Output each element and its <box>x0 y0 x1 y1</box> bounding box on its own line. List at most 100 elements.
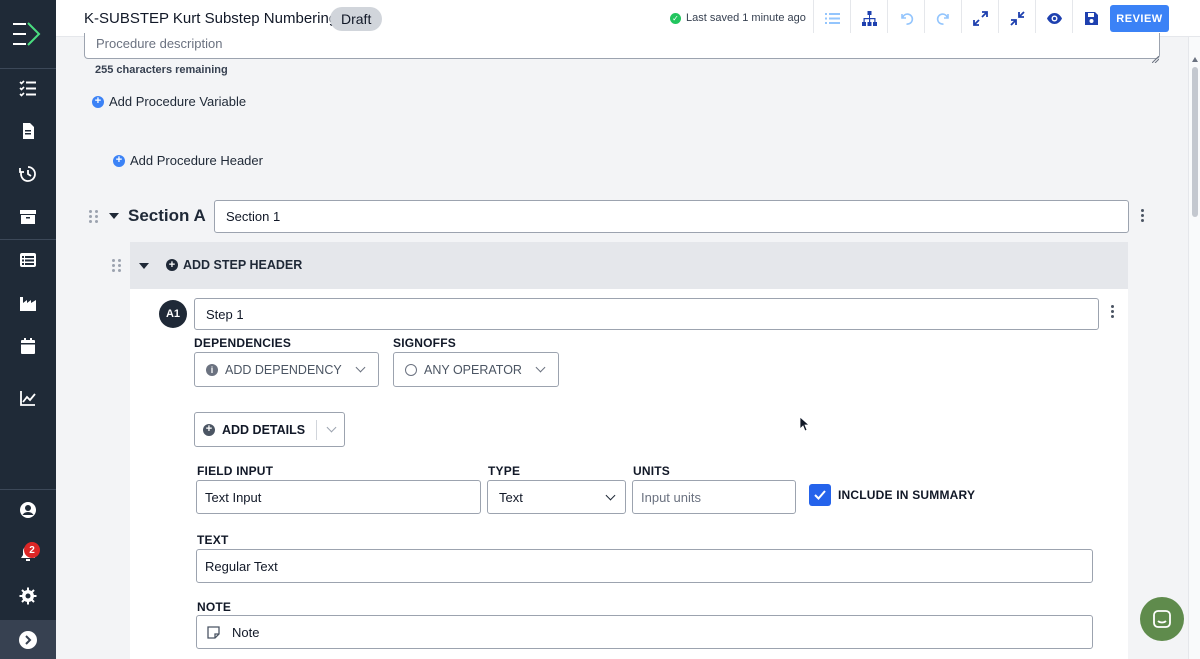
save-status-text: Last saved 1 minute ago <box>686 12 806 24</box>
collapse-all-button[interactable] <box>998 0 1035 37</box>
units-label: UNITS <box>633 464 670 478</box>
section-collapse-caret-icon[interactable] <box>109 213 119 219</box>
chevron-down-icon <box>535 362 546 373</box>
plus-circle-icon: + <box>166 259 178 271</box>
sidebar-item-analytics[interactable] <box>0 378 56 418</box>
save-status: ✓ Last saved 1 minute ago <box>670 12 806 24</box>
archive-icon <box>20 210 36 224</box>
expand-sidebar-icon <box>19 630 37 649</box>
sticky-note-icon <box>207 625 220 639</box>
text-label: TEXT <box>197 533 229 547</box>
field-input-name[interactable]: Text Input <box>196 480 481 514</box>
collapse-icon <box>1009 11 1025 26</box>
sidebar-item-archive[interactable] <box>0 197 56 237</box>
sidebar-item-factory[interactable] <box>0 283 56 323</box>
chars-remaining: 255 characters remaining <box>95 64 228 76</box>
step-collapse-caret-icon[interactable] <box>139 263 149 269</box>
sidebar-item-history[interactable] <box>0 154 56 194</box>
add-details-button[interactable]: + ADD DETAILS <box>194 412 345 447</box>
sidebar-item-calendar[interactable] <box>0 326 56 366</box>
chart-icon <box>20 391 36 406</box>
factory-icon <box>20 297 36 311</box>
undo-icon <box>900 13 913 25</box>
sidebar: 2 <box>0 0 56 659</box>
type-select[interactable]: Text <box>487 480 626 514</box>
add-procedure-variable-link[interactable]: + Add Procedure Variable <box>92 94 246 109</box>
outline-button[interactable] <box>813 0 850 37</box>
undo-button[interactable] <box>887 0 924 37</box>
sidebar-item-list[interactable] <box>0 240 56 280</box>
scrollbar-thumb[interactable] <box>1192 67 1198 217</box>
notification-badge: 2 <box>24 542 40 558</box>
check-circle-icon: ✓ <box>670 12 681 24</box>
button-divider <box>316 419 318 440</box>
section-name-input[interactable]: Section 1 <box>214 200 1129 233</box>
include-summary-checkbox[interactable] <box>809 484 831 506</box>
hierarchy-icon <box>861 11 877 26</box>
hierarchy-button[interactable] <box>850 0 887 37</box>
expand-sidebar-button[interactable] <box>0 620 56 659</box>
mouse-cursor-icon <box>800 417 810 432</box>
procedure-editor: Procedure description 255 characters rem… <box>56 33 1186 659</box>
scroll-up-arrow-icon[interactable] <box>1192 57 1198 62</box>
sidebar-item-user[interactable] <box>0 490 56 530</box>
signoffs-dropdown[interactable]: ANY OPERATOR <box>393 352 559 387</box>
list-icon <box>824 13 840 24</box>
user-icon <box>20 502 36 518</box>
history-icon <box>19 166 36 182</box>
signoffs-label: SIGNOFFS <box>393 336 456 350</box>
units-input[interactable]: Input units <box>632 480 796 514</box>
expand-all-button[interactable] <box>961 0 998 37</box>
type-label: TYPE <box>488 464 521 478</box>
resize-handle-icon[interactable] <box>1151 51 1160 64</box>
preview-button[interactable] <box>1035 0 1072 37</box>
chat-support-button[interactable] <box>1140 597 1184 641</box>
section-menu-icon[interactable] <box>1141 209 1144 222</box>
sidebar-item-runs[interactable] <box>0 68 56 108</box>
calendar-icon <box>21 338 35 354</box>
chat-icon <box>1153 610 1171 628</box>
note-input[interactable]: Note <box>196 615 1093 649</box>
step-name-input[interactable]: Step 1 <box>194 298 1099 330</box>
check-icon <box>814 490 826 500</box>
procedure-description-field[interactable]: Procedure description <box>84 33 1160 59</box>
review-button[interactable]: REVIEW <box>1110 5 1169 32</box>
logo-icon <box>13 22 41 46</box>
expand-icon <box>972 11 988 26</box>
redo-button[interactable] <box>924 0 961 37</box>
add-details-label: ADD DETAILS <box>222 422 306 437</box>
check-circle-icon <box>405 363 417 376</box>
field-input-label: FIELD INPUT <box>197 464 274 478</box>
chevron-down-icon <box>605 490 616 500</box>
dependencies-label: DEPENDENCIES <box>194 336 292 350</box>
step-menu-icon[interactable] <box>1111 305 1114 318</box>
section-drag-handle[interactable] <box>89 210 98 223</box>
note-value: Note <box>232 624 260 640</box>
eye-icon <box>1046 13 1062 24</box>
plus-circle-icon: + <box>203 423 215 436</box>
add-procedure-variable-label: Add Procedure Variable <box>109 94 247 109</box>
chevron-down-icon[interactable] <box>326 422 337 433</box>
add-procedure-header-link[interactable]: + Add Procedure Header <box>113 153 263 168</box>
sidebar-item-procedures[interactable] <box>0 111 56 151</box>
plus-circle-icon: + <box>113 154 125 167</box>
redo-icon <box>936 13 949 25</box>
procedure-title: K-SUBSTEP Kurt Substep Numbering <box>84 10 338 27</box>
info-icon: i <box>206 363 218 376</box>
sidebar-item-settings[interactable] <box>0 576 56 616</box>
text-input[interactable]: Regular Text <box>196 549 1093 583</box>
logo[interactable] <box>0 0 56 68</box>
add-dependency-dropdown[interactable]: i ADD DEPENDENCY <box>194 352 379 387</box>
add-step-header-label: ADD STEP HEADER <box>183 258 303 272</box>
add-step-header-button[interactable]: + ADD STEP HEADER <box>166 258 302 272</box>
save-button[interactable] <box>1072 0 1109 37</box>
settings-icon <box>19 587 37 605</box>
add-dependency-label: ADD DEPENDENCY <box>225 362 342 377</box>
list-details-icon <box>20 253 36 267</box>
checklist-icon <box>19 80 36 97</box>
chevron-down-icon <box>355 362 366 373</box>
page-scrollbar[interactable] <box>1188 37 1200 659</box>
step-drag-handle[interactable] <box>112 259 121 272</box>
step-number-badge: A1 <box>159 300 187 328</box>
include-summary-label: INCLUDE IN SUMMARY <box>838 488 976 502</box>
